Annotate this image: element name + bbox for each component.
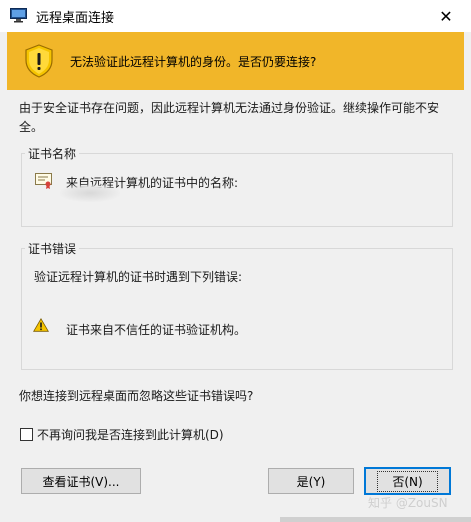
cert-error-group [21, 248, 453, 370]
redacted-name [60, 184, 120, 202]
yes-label: 是(Y) [296, 474, 326, 489]
dont-ask-checkbox[interactable] [20, 428, 33, 441]
banner-message: 无法验证此远程计算机的身份。是否仍要连接? [70, 55, 317, 69]
close-button[interactable]: ✕ [430, 0, 462, 32]
cert-error-detail: 证书来自不信任的证书验证机构。 [66, 323, 247, 337]
warning-icon [33, 318, 49, 332]
question-text: 你想连接到远程桌面而忽略这些证书错误吗? [19, 389, 254, 403]
intro-text: 由于安全证书存在问题，因此远程计算机无法通过身份验证。继续操作可能不安全。 [19, 101, 440, 134]
warning-shield-icon [25, 44, 53, 78]
remote-desktop-icon [10, 8, 27, 23]
cert-error-group-label: 证书错误 [25, 240, 80, 257]
view-certificate-button[interactable]: 查看证书(V)... [21, 468, 141, 494]
yes-button[interactable]: 是(Y) [268, 468, 354, 494]
watermark-text: 知乎 @ZouSN [368, 496, 448, 510]
cert-error-line: 验证远程计算机的证书时遇到下列错误: [34, 270, 243, 284]
no-button[interactable]: 否(N) [364, 467, 451, 495]
view-certificate-label: 查看证书(V)... [42, 474, 120, 489]
cert-name-group-label: 证书名称 [25, 145, 80, 162]
title-bar: 远程桌面连接 ✕ [0, 0, 471, 32]
certificate-icon [35, 173, 52, 189]
background-strip [280, 517, 471, 522]
warning-banner: 无法验证此远程计算机的身份。是否仍要连接? [7, 32, 464, 90]
window-title: 远程桌面连接 [36, 11, 115, 26]
dont-ask-label[interactable]: 不再询问我是否连接到此计算机(D) [37, 426, 224, 443]
close-icon: ✕ [439, 6, 453, 26]
no-label: 否(N) [377, 470, 438, 492]
